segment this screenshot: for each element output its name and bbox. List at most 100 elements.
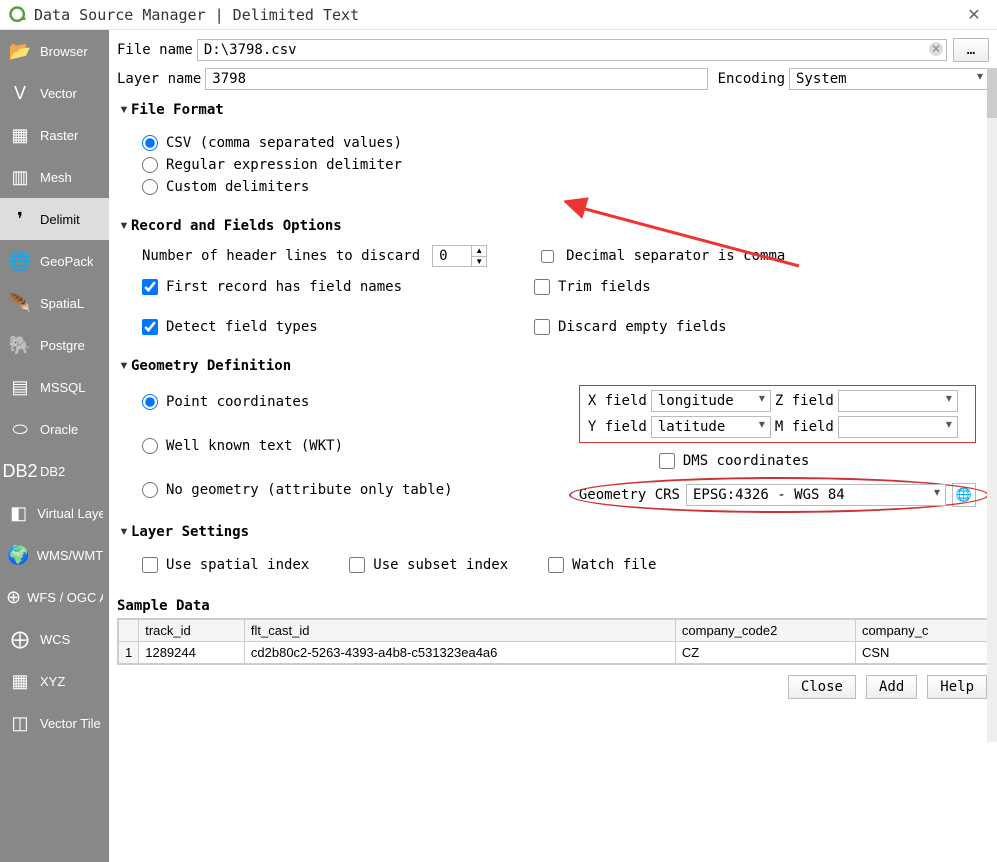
trim-check[interactable] — [534, 279, 550, 295]
source-type-icon: ▦ — [6, 667, 34, 695]
subset-index-label: Use subset index — [373, 557, 508, 573]
sidebar-item-label: Oracle — [40, 422, 78, 437]
sidebar-item-db2[interactable]: DB2DB2 — [0, 450, 109, 492]
subset-index-check[interactable] — [349, 557, 365, 573]
sidebar-item-mesh[interactable]: ▥Mesh — [0, 156, 109, 198]
sidebar-item-label: Raster — [40, 128, 78, 143]
sidebar-item-geopack[interactable]: 🌐GeoPack — [0, 240, 109, 282]
dms-check[interactable] — [659, 453, 675, 469]
xfield-select[interactable]: longitude — [651, 390, 771, 412]
column-header[interactable]: company_code2 — [675, 620, 855, 642]
source-type-icon: ▦ — [6, 121, 34, 149]
sidebar-item-label: Browser — [40, 44, 88, 59]
yfield-label: Y field — [588, 419, 647, 435]
sidebar-item-delimit[interactable]: ❜Delimit — [0, 198, 109, 240]
zfield-label: Z field — [775, 393, 834, 409]
collapse-toggle-icon[interactable]: ▼ — [117, 220, 131, 232]
point-radio-label: Point coordinates — [166, 394, 309, 410]
column-header[interactable]: track_id — [139, 620, 245, 642]
source-type-icon: ⨁ — [6, 625, 34, 653]
sidebar-item-wfs-ogc-api-feature[interactable]: ⊕WFS / OGC API - Feature — [0, 576, 109, 618]
sidebar-item-mssql[interactable]: ▤MSSQL — [0, 366, 109, 408]
watch-file-check[interactable] — [548, 557, 564, 573]
first-record-label: First record has field names — [166, 279, 402, 295]
sidebar-item-label: WCS — [40, 632, 70, 647]
browse-file-button[interactable]: … — [953, 38, 989, 62]
spatial-index-check[interactable] — [142, 557, 158, 573]
sidebar-item-raster[interactable]: ▦ Raster — [0, 114, 109, 156]
records-title: Record and Fields Options — [131, 218, 342, 234]
sidebar-item-label: XYZ — [40, 674, 65, 689]
layer-name-input[interactable] — [205, 68, 707, 90]
column-header[interactable]: company_c — [855, 620, 987, 642]
sidebar-item-spatial[interactable]: 🪶SpatiaL — [0, 282, 109, 324]
zfield-select[interactable] — [838, 390, 958, 412]
sidebar-item-label: Postgre — [40, 338, 85, 353]
mfield-label: M field — [775, 419, 834, 435]
discard-lines-spinner[interactable]: ▲▼ — [471, 245, 487, 267]
watch-file-label: Watch file — [572, 557, 656, 573]
sidebar-item-label: Vector Tile — [40, 716, 101, 731]
encoding-select[interactable]: System — [789, 68, 989, 90]
discard-empty-check[interactable] — [534, 319, 550, 335]
collapse-toggle-icon[interactable]: ▼ — [117, 360, 131, 372]
collapse-toggle-icon[interactable]: ▼ — [117, 526, 131, 538]
sidebar-item-label: Vector — [40, 86, 77, 101]
add-button[interactable]: Add — [866, 675, 917, 699]
file-name-label: File name — [117, 42, 193, 58]
sidebar-item-vector[interactable]: VVector — [0, 72, 109, 114]
source-type-icon: 📂 — [6, 37, 34, 65]
sidebar-item-wms-wmts[interactable]: 🌍WMS/WMTS — [0, 534, 109, 576]
sidebar-item-wcs[interactable]: ⨁ WCS — [0, 618, 109, 660]
csv-radio-label: CSV (comma separated values) — [166, 135, 402, 151]
geometry-title: Geometry Definition — [131, 358, 291, 374]
source-type-icon: ◧ — [6, 499, 31, 527]
sidebar-item-postgre[interactable]: 🐘Postgre — [0, 324, 109, 366]
file-name-input[interactable] — [197, 39, 947, 61]
source-type-icon: ◫ — [6, 709, 34, 737]
close-window-button[interactable]: ✕ — [959, 5, 989, 25]
csv-radio[interactable] — [142, 135, 158, 151]
table-cell: CSN — [855, 642, 987, 664]
layer-settings-title: Layer Settings — [131, 524, 249, 540]
sample-data-table[interactable]: track_idflt_cast_idcompany_code2company_… — [117, 618, 989, 665]
discard-lines-input[interactable] — [432, 245, 472, 267]
sidebar-item-label: WFS / OGC API - Feature — [27, 590, 103, 605]
point-radio[interactable] — [142, 394, 158, 410]
regex-radio[interactable] — [142, 157, 158, 173]
source-type-icon: ❜ — [6, 205, 34, 233]
sidebar-item-xyz[interactable]: ▦ XYZ — [0, 660, 109, 702]
sidebar-item-vector-tile[interactable]: ◫ Vector Tile — [0, 702, 109, 744]
sidebar-item-oracle[interactable]: ⬭Oracle — [0, 408, 109, 450]
crs-select[interactable]: EPSG:4326 - WGS 84 — [686, 484, 946, 506]
crs-label: Geometry CRS — [579, 487, 680, 503]
source-type-icon: DB2 — [6, 457, 34, 485]
first-record-check[interactable] — [142, 279, 158, 295]
sample-data-title: Sample Data — [117, 594, 989, 618]
clear-filename-icon[interactable]: ✕ — [929, 42, 943, 56]
globe-icon: 🌐 — [956, 487, 972, 503]
decimal-comma-check[interactable] — [541, 250, 554, 263]
trim-label: Trim fields — [558, 279, 651, 295]
crs-picker-button[interactable]: 🌐 — [952, 483, 976, 507]
encoding-label: Encoding — [718, 71, 785, 87]
sidebar-item-browser[interactable]: 📂 Browser — [0, 30, 109, 72]
nogeo-radio[interactable] — [142, 482, 158, 498]
source-type-icon: ▤ — [6, 373, 34, 401]
close-button[interactable]: Close — [788, 675, 856, 699]
table-cell: 1289244 — [139, 642, 245, 664]
collapse-toggle-icon[interactable]: ▼ — [117, 104, 131, 116]
xyz-fields-highlight: X field longitude Z field Y field latitu… — [579, 385, 976, 443]
sidebar-item-label: WMS/WMTS — [37, 548, 103, 563]
column-header[interactable]: flt_cast_id — [244, 620, 675, 642]
detect-check[interactable] — [142, 319, 158, 335]
sidebar-item-virtual-layer[interactable]: ◧Virtual Layer — [0, 492, 109, 534]
wkt-radio[interactable] — [142, 438, 158, 454]
mfield-select[interactable] — [838, 416, 958, 438]
custom-radio[interactable] — [142, 179, 158, 195]
spatial-index-label: Use spatial index — [166, 557, 309, 573]
yfield-select[interactable]: latitude — [651, 416, 771, 438]
xfield-label: X field — [588, 393, 647, 409]
help-button[interactable]: Help — [927, 675, 987, 699]
vertical-scrollbar[interactable] — [987, 68, 997, 742]
